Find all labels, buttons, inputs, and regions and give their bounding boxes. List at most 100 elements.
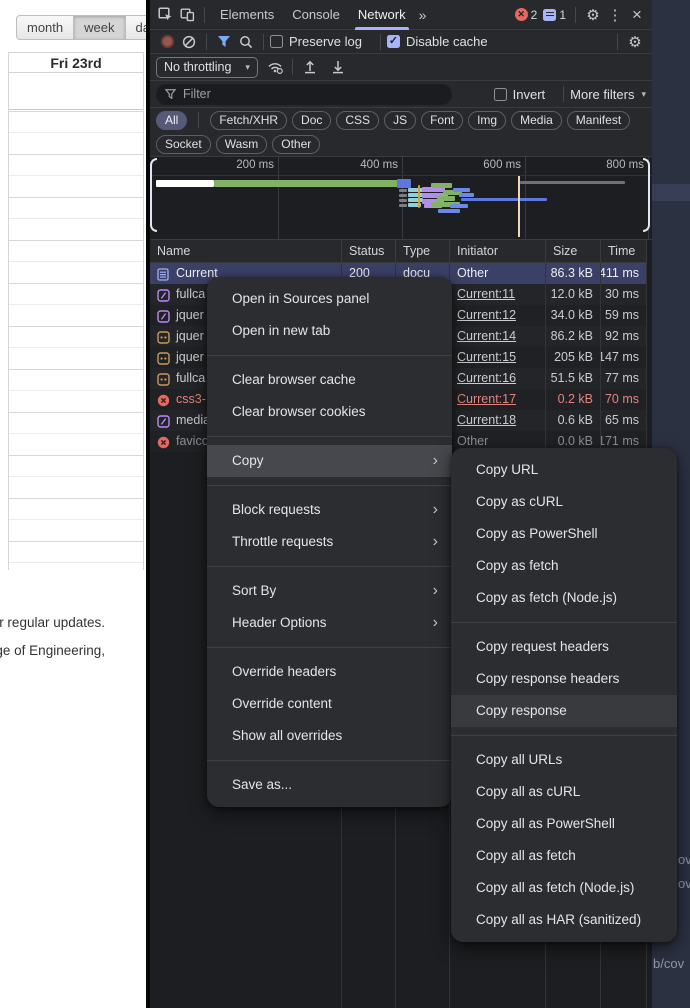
initiator-link[interactable]: Current:11 — [457, 284, 515, 305]
import-har-icon[interactable] — [299, 56, 321, 78]
filter-chip-manifest[interactable]: Manifest — [567, 111, 630, 130]
filter-chip-js[interactable]: JS — [384, 111, 416, 130]
menu-item-clear-browser-cookies[interactable]: Clear browser cookies — [207, 396, 452, 428]
menu-item-save-as[interactable]: Save as... — [207, 769, 452, 801]
filter-chip-all[interactable]: All — [156, 111, 187, 130]
view-button-week[interactable]: week — [73, 15, 125, 40]
cell-time: 92 ms — [601, 326, 647, 347]
menu-separator — [207, 355, 452, 356]
menu-item-override-headers[interactable]: Override headers — [207, 656, 452, 688]
tab-console[interactable]: Console — [283, 0, 349, 30]
menu-item-sort-by[interactable]: Sort By› — [207, 575, 452, 607]
menu-item-copy-response[interactable]: Copy response — [451, 695, 677, 727]
menu-item-show-all-overrides[interactable]: Show all overrides — [207, 720, 452, 752]
overview-request-bar — [399, 194, 407, 197]
menu-item-override-content[interactable]: Override content — [207, 688, 452, 720]
overview-left-handle[interactable] — [150, 158, 157, 232]
network-overview-timeline[interactable]: 200 ms400 ms600 ms800 ms — [150, 157, 652, 240]
disable-cache-checkbox[interactable]: ✓ — [387, 35, 400, 48]
column-header-time[interactable]: Time — [601, 240, 647, 262]
background-window-highlight — [652, 184, 690, 201]
menu-item-copy[interactable]: Copy› — [207, 445, 452, 477]
view-button-month[interactable]: month — [16, 15, 74, 40]
initiator-link[interactable]: Current:17 — [457, 389, 516, 410]
menu-item-copy-as-curl[interactable]: Copy as cURL — [451, 486, 677, 518]
initiator-link[interactable]: Current:12 — [457, 305, 516, 326]
menu-item-label: Show all overrides — [232, 720, 438, 752]
menu-item-copy-all-as-curl[interactable]: Copy all as cURL — [451, 776, 677, 808]
disable-cache-label: Disable cache — [406, 34, 488, 49]
tab-elements[interactable]: Elements — [211, 0, 283, 30]
filter-chip-img[interactable]: Img — [468, 111, 506, 130]
kebab-menu-icon[interactable]: ⋮ — [604, 4, 626, 26]
menu-item-copy-as-fetch-node-js[interactable]: Copy as fetch (Node.js) — [451, 582, 677, 614]
device-toolbar-icon[interactable] — [176, 4, 198, 26]
divider — [292, 59, 293, 75]
cell-size: 0.6 kB — [546, 410, 601, 431]
menu-item-copy-all-as-fetch[interactable]: Copy all as fetch — [451, 840, 677, 872]
inspect-element-icon[interactable] — [154, 4, 176, 26]
filter-chip-other[interactable]: Other — [272, 135, 320, 154]
overview-right-handle[interactable] — [643, 158, 650, 232]
filter-chip-doc[interactable]: Doc — [292, 111, 331, 130]
invert-checkbox[interactable] — [494, 88, 507, 101]
view-button-day[interactable]: day — [125, 15, 147, 40]
menu-item-copy-all-as-powershell[interactable]: Copy all as PowerShell — [451, 808, 677, 840]
calendar-allday-slot[interactable] — [9, 73, 143, 110]
tab-network[interactable]: Network — [349, 0, 415, 30]
menu-item-open-in-new-tab[interactable]: Open in new tab — [207, 315, 452, 347]
cell-size: 205 kB — [546, 347, 601, 368]
menu-item-copy-url[interactable]: Copy URL — [451, 454, 677, 486]
filter-chip-wasm[interactable]: Wasm — [216, 135, 268, 154]
initiator-link[interactable]: Current:16 — [457, 368, 516, 389]
calendar-view-switcher: monthweekday — [16, 15, 146, 40]
preserve-log-checkbox[interactable] — [270, 35, 283, 48]
filter-chip-font[interactable]: Font — [421, 111, 463, 130]
menu-item-copy-as-powershell[interactable]: Copy as PowerShell — [451, 518, 677, 550]
export-har-icon[interactable] — [327, 56, 349, 78]
menu-item-clear-browser-cache[interactable]: Clear browser cache — [207, 364, 452, 396]
column-header-status[interactable]: Status — [342, 240, 396, 262]
menu-item-copy-all-as-fetch-node-js[interactable]: Copy all as fetch (Node.js) — [451, 872, 677, 904]
initiator-link[interactable]: Current:15 — [457, 347, 516, 368]
filter-input[interactable]: Filter — [156, 84, 452, 105]
more-tabs-icon[interactable]: » — [415, 7, 431, 23]
network-settings-gear-icon[interactable]: ⚙ — [624, 31, 646, 53]
clear-network-log-icon[interactable] — [178, 31, 200, 53]
column-header-type[interactable]: Type — [396, 240, 450, 262]
filter-toggle-icon[interactable] — [213, 31, 235, 53]
network-conditions-icon[interactable] — [264, 56, 286, 78]
column-header-initiator[interactable]: Initiator — [450, 240, 546, 262]
menu-item-copy-response-headers[interactable]: Copy response headers — [451, 663, 677, 695]
menu-item-copy-request-headers[interactable]: Copy request headers — [451, 631, 677, 663]
error-badge[interactable]: ✕ 2 — [515, 8, 538, 22]
record-network-log-icon[interactable] — [156, 31, 178, 53]
column-header-size[interactable]: Size — [546, 240, 601, 262]
menu-item-copy-as-fetch[interactable]: Copy as fetch — [451, 550, 677, 582]
menu-item-throttle-requests[interactable]: Throttle requests› — [207, 526, 452, 558]
menu-item-header-options[interactable]: Header Options› — [207, 607, 452, 639]
cell-initiator: Current:17 — [450, 389, 546, 410]
initiator-link[interactable]: Current:18 — [457, 410, 516, 431]
filter-chip-css[interactable]: CSS — [336, 111, 379, 130]
overview-request-bar — [399, 204, 407, 207]
calendar-time-slots[interactable] — [9, 111, 143, 570]
column-header-name[interactable]: Name — [150, 240, 342, 262]
cell-initiator: Current:12 — [450, 305, 546, 326]
overview-tick-label: 800 ms — [606, 159, 644, 171]
search-icon[interactable] — [235, 31, 257, 53]
throttling-select[interactable]: No throttling ▾ — [156, 57, 258, 78]
close-devtools-icon[interactable]: × — [626, 4, 648, 26]
issues-badge[interactable]: 1 — [543, 8, 566, 22]
overview-request-bar — [437, 196, 455, 201]
settings-gear-icon[interactable]: ⚙ — [582, 4, 604, 26]
more-filters-button[interactable]: More filters ▾ — [570, 87, 646, 102]
filter-chip-socket[interactable]: Socket — [156, 135, 211, 154]
filter-chip-fetch-xhr[interactable]: Fetch/XHR — [210, 111, 287, 130]
initiator-link[interactable]: Current:14 — [457, 326, 516, 347]
filter-chip-media[interactable]: Media — [511, 111, 562, 130]
menu-item-copy-all-as-har-sanitized[interactable]: Copy all as HAR (sanitized) — [451, 904, 677, 936]
menu-item-open-in-sources-panel[interactable]: Open in Sources panel — [207, 283, 452, 315]
menu-item-copy-all-urls[interactable]: Copy all URLs — [451, 744, 677, 776]
menu-item-block-requests[interactable]: Block requests› — [207, 494, 452, 526]
